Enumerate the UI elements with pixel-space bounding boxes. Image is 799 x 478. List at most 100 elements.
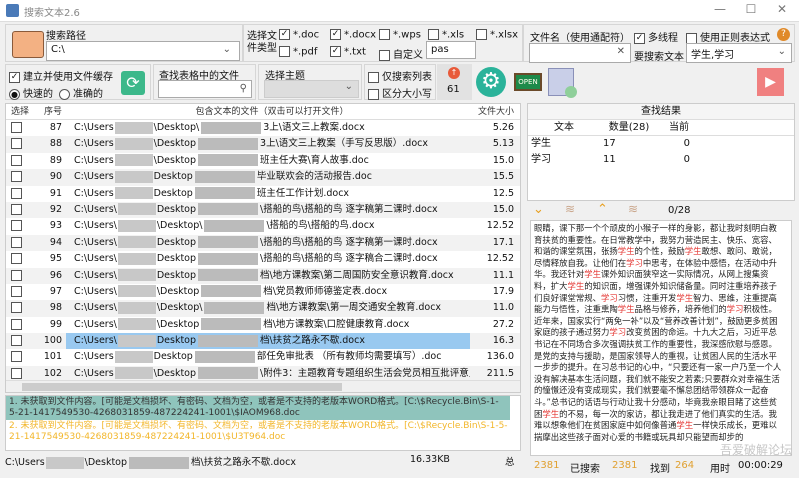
row-checkbox[interactable] [11, 318, 22, 330]
start-search-button[interactable]: ▶ [757, 68, 784, 96]
table-row[interactable]: 98 C:\Users\ \Desktop\ 档\地方课教案\第一周交通安全教育.d… [6, 300, 520, 317]
text-preview[interactable]: 眼睛，课下那一个个顽皮的小猴子一样的身影，都让我时刻明白教育扶贫的重要性。在日常… [530, 220, 792, 456]
row-checkbox[interactable] [11, 220, 22, 232]
row-checkbox[interactable] [11, 253, 22, 265]
result-row[interactable]: 学习 11 0 [528, 152, 794, 168]
col-current[interactable]: 当前 [658, 120, 700, 135]
filename-input[interactable]: ✕ [529, 43, 631, 63]
row-path[interactable]: C:\Users\ \Desktop 档\地方课教案\口腔健康教育.docx [66, 317, 470, 333]
type-wps[interactable]: *.wps [379, 29, 421, 41]
log-entry[interactable]: 2. 未获取到文件内容。[可能是文档损坏、有密码、文档为空，或者是不支持的老版本… [6, 420, 520, 444]
col-select[interactable]: 选择 [6, 104, 36, 119]
table-row[interactable]: 90 C:\Users Desktop 毕业联欢会的活动报告.doc 15.5 [6, 169, 520, 186]
col-size[interactable]: 文件大小 [470, 104, 520, 119]
only-list-checkbox[interactable]: 仅搜索列表 [368, 68, 432, 83]
row-path[interactable]: C:\Users \Desktop 3上\语文三上教案（手写反思版）.docx [66, 136, 470, 152]
row-path[interactable]: C:\Users \Desktop 班主任大赛\育人故事.doc [66, 153, 470, 169]
row-path[interactable]: C:\Users\ Desktop \搭船的鸟\搭船的鸟 逐字稿第二课时.docx [66, 202, 470, 218]
row-checkbox[interactable] [11, 367, 22, 379]
row-path[interactable]: C:\Users\ Desktop \搭船的鸟\搭船的鸟 逐字稿第一课时.docx [66, 235, 470, 251]
refresh-icon[interactable]: ⟳ [121, 71, 145, 95]
table-row[interactable]: 89 C:\Users \Desktop 班主任大赛\育人故事.doc 15.0 [6, 153, 520, 169]
multithread-checkbox[interactable]: ✓ 多线程 [634, 29, 678, 44]
row-checkbox[interactable] [11, 122, 22, 133]
table-row[interactable]: 101 C:\Users Desktop 部任免审批表 （所有教师均需要填写）.do… [6, 349, 520, 365]
table-row[interactable]: 92 C:\Users\ Desktop \搭船的鸟\搭船的鸟 逐字稿第二课时.do… [6, 201, 520, 219]
minimize-button[interactable]: — [706, 2, 734, 20]
up-arrow-icon[interactable]: ↑ [448, 67, 460, 79]
row-checkbox[interactable] [11, 351, 22, 363]
results-title: 查找结果 [528, 104, 794, 120]
row-checkbox[interactable] [11, 138, 22, 150]
col-file[interactable]: 包含文本的文件（双击可以打开文件） [66, 104, 470, 119]
regex-checkbox[interactable]: 使用正则表达式 [686, 29, 770, 44]
help-icon[interactable]: ? [777, 28, 790, 41]
row-index: 97 [49, 285, 62, 297]
row-checkbox[interactable] [11, 269, 22, 281]
row-path[interactable]: C:\Users Desktop 毕业联欢会的活动报告.doc [66, 169, 470, 185]
custom-type-input[interactable]: pas [426, 41, 476, 59]
row-checkbox[interactable] [11, 203, 22, 215]
table-row[interactable]: 96 C:\Users\ Desktop 档\地方课教案\第二周国防安全意识教育.d… [6, 267, 520, 284]
row-path[interactable]: C:\Users\ Desktop \搭船的鸟\搭船的鸟 逐字稿合二课时.docx [66, 251, 470, 267]
log-entry[interactable]: 1. 未获取到文件内容。[可能是文档损坏、有密码、文档为空，或者是不支持的老版本… [6, 396, 510, 420]
find-in-table-input[interactable]: ⚲ [158, 80, 252, 98]
table-row[interactable]: 94 C:\Users\ Desktop \搭船的鸟\搭船的鸟 逐字稿第一课时.do… [6, 234, 520, 252]
table-row[interactable]: 93 C:\Users\ \Desktop\ \搭船的鸟\搭船的鸟.docx 12.… [6, 218, 520, 234]
accurate-radio[interactable]: 准确的 [59, 85, 103, 100]
col-text[interactable]: 文本 [528, 120, 600, 135]
type-xls[interactable]: *.xls [428, 29, 464, 41]
row-path[interactable]: C:\Users\ \Desktop 档\党员教师师德鉴定表.docx [66, 284, 470, 300]
row-path[interactable]: C:\Users \Desktop\ 3上\语文三上教案.docx [66, 120, 470, 136]
first-match-icon[interactable]: ≋ [628, 202, 638, 216]
type-xlsx[interactable]: *.xlsx [476, 29, 518, 41]
type-custom[interactable]: 自定义 [379, 46, 423, 61]
row-path[interactable]: C:\Users\ \Desktop\ \搭船的鸟\搭船的鸟.docx [66, 218, 470, 234]
settings-gear-icon[interactable]: ⚙ [476, 67, 506, 97]
table-row[interactable]: 95 C:\Users\ Desktop \搭船的鸟\搭船的鸟 逐字稿合二课时.do… [6, 251, 520, 267]
table-row[interactable]: 91 C:\Users Desktop 班主任工作计划.docx 12.5 [6, 186, 520, 202]
table-row[interactable]: 100 C:\Users\ Desktop 档\扶贫之路永不歇.docx 16.3 [6, 333, 520, 350]
type-pdf[interactable]: *.pdf [279, 46, 317, 58]
save-icon[interactable] [548, 68, 577, 98]
col-count[interactable]: 数量(28) [600, 120, 658, 135]
row-path[interactable]: C:\Users Desktop 班主任工作计划.docx [66, 186, 470, 202]
search-text-select[interactable]: 学生,学习 ⌄ [686, 43, 792, 63]
open-sign-icon[interactable]: OPEN [514, 73, 542, 91]
row-checkbox[interactable] [11, 335, 22, 347]
folder-icon[interactable] [12, 31, 44, 58]
cache-checkbox[interactable]: ✓ 建立并使用文件缓存 [9, 68, 113, 83]
result-row[interactable]: 学生 17 0 [528, 136, 794, 152]
theme-select[interactable]: ⌄ [264, 80, 359, 98]
clear-icon[interactable]: ✕ [617, 46, 625, 57]
last-match-icon[interactable]: ≋ [565, 202, 575, 216]
row-checkbox[interactable] [11, 171, 22, 183]
row-checkbox[interactable] [11, 236, 22, 248]
row-checkbox[interactable] [11, 187, 22, 199]
search-path-select[interactable]: C:\ ⌄ [46, 41, 240, 61]
preview-text: 习惯，注重开发 [617, 292, 677, 303]
row-checkbox[interactable] [11, 154, 22, 166]
type-txt[interactable]: ✓ *.txt [330, 46, 366, 58]
close-button[interactable]: ✕ [768, 2, 796, 20]
horizontal-scrollbar[interactable] [6, 380, 520, 392]
fast-radio[interactable]: ● 快速的 [9, 85, 53, 100]
col-index[interactable]: 序号 [36, 104, 66, 119]
table-row[interactable]: 88 C:\Users \Desktop 3上\语文三上教案（手写反思版）.docx… [6, 136, 520, 153]
row-path[interactable]: C:\Users\ Desktop 档\扶贫之路永不歇.docx [66, 333, 470, 350]
prev-match-icon[interactable]: ⌃ [597, 202, 608, 217]
error-log: 1. 未获取到文件内容。[可能是文档损坏、有密码、文档为空，或者是不支持的老版本… [5, 395, 521, 451]
type-doc[interactable]: ✓ *.doc [279, 29, 319, 41]
case-sensitive-checkbox[interactable]: 区分大小写 [368, 85, 432, 100]
maximize-button[interactable]: ☐ [737, 2, 765, 20]
row-checkbox[interactable] [11, 285, 22, 297]
table-row[interactable]: 99 C:\Users\ \Desktop 档\地方课教案\口腔健康教育.docx … [6, 317, 520, 333]
table-row[interactable]: 97 C:\Users\ \Desktop 档\党员教师师德鉴定表.docx 17.… [6, 284, 520, 300]
row-path[interactable]: C:\Users\ \Desktop\ 档\地方课教案\第一周交通安全教育.docx [66, 300, 470, 316]
table-row[interactable]: 87 C:\Users \Desktop\ 3上\语文三上教案.docx 5.26 [6, 120, 520, 136]
row-checkbox[interactable] [11, 302, 22, 314]
row-path[interactable]: C:\Users\ Desktop 档\地方课教案\第二周国防安全意识教育.docx [66, 268, 470, 284]
row-path[interactable]: C:\Users Desktop 部任免审批表 （所有教师均需要填写）.doc [66, 349, 470, 365]
type-docx[interactable]: ✓ *.docx [330, 29, 376, 41]
next-match-icon[interactable]: ⌄ [533, 202, 544, 217]
